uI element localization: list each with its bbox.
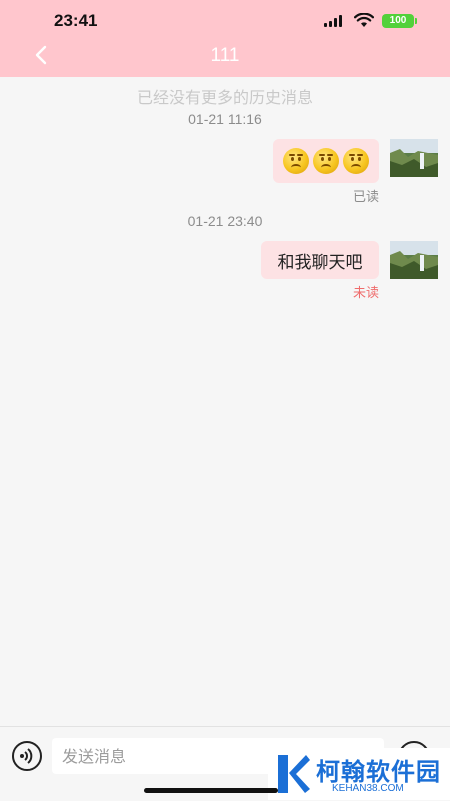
voice-button[interactable]: [12, 741, 42, 771]
confused-face-emoji: [313, 148, 339, 174]
text-message-bubble[interactable]: 和我聊天吧: [261, 241, 379, 279]
unread-status: 未读: [352, 286, 379, 301]
kehan-logo-icon: [274, 751, 312, 797]
chat-title: 111: [210, 45, 240, 66]
wifi-icon: [353, 12, 375, 28]
message-timestamp: 01-21 23:40: [187, 213, 263, 229]
header-bar: 23:41 100 111: [0, 0, 450, 77]
watermark-url: KEHAN38.COM: [332, 783, 404, 794]
watermark-name: 柯翰软件园: [316, 758, 441, 786]
history-notice: 已经没有更多的历史消息: [136, 88, 313, 107]
confused-face-emoji: [343, 148, 369, 174]
message-timestamp: 01-21 11:16: [188, 111, 262, 127]
emoji-message-bubble[interactable]: [273, 139, 379, 183]
home-indicator: [144, 788, 278, 793]
cellular-signal-icon: [324, 15, 346, 27]
status-bar: 23:41 100: [0, 0, 450, 44]
message-text: 和我聊天吧: [277, 252, 363, 273]
status-time: 23:41: [54, 11, 98, 30]
avatar[interactable]: [390, 241, 438, 279]
watermark: 柯翰软件园 KEHAN38.COM: [268, 748, 450, 800]
avatar[interactable]: [390, 139, 438, 177]
battery-icon: 100: [382, 14, 417, 28]
confused-face-emoji: [283, 148, 309, 174]
read-status: 已读: [352, 190, 379, 205]
